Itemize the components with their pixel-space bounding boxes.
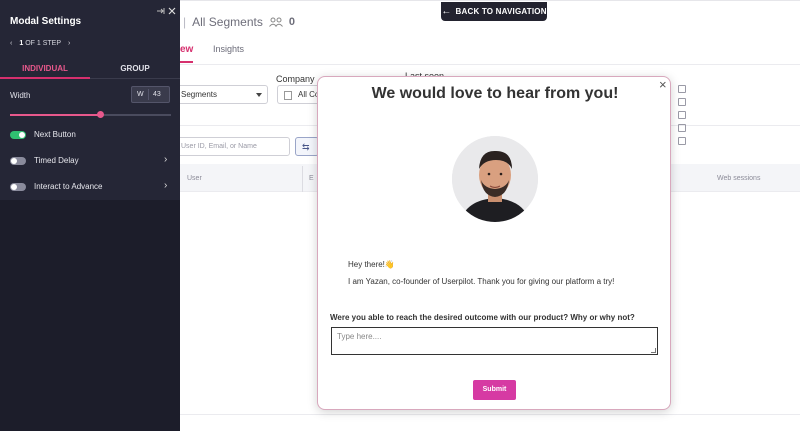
feedback-modal: × We would love to hear from you! Hey th…: [317, 76, 671, 410]
column-header-web-sessions[interactable]: Web sessions: [717, 175, 760, 182]
greeting-text: Hey there!👋: [348, 260, 395, 269]
chevron-down-icon: [256, 93, 262, 97]
company-label: Company: [276, 74, 315, 84]
submit-button[interactable]: Submit: [473, 380, 516, 400]
option-interact-to-advance[interactable]: Interact to Advance ›: [0, 177, 180, 199]
previous-step-icon[interactable]: ‹: [10, 40, 12, 47]
title-separator: |: [183, 15, 187, 29]
next-step-icon[interactable]: ›: [68, 40, 70, 47]
filter-icon: ⇆: [302, 142, 310, 152]
modal-settings-panel: Modal Settings ‹ 1 OF 1 STEP › INDIVIDUA…: [0, 0, 180, 431]
page-title-text: All Segments: [192, 15, 263, 29]
modal-title: We would love to hear from you!: [371, 85, 619, 102]
back-to-navigation-button[interactable]: ← BACK TO NAVIGATION: [441, 2, 547, 21]
page-title: | All Segments 0: [183, 15, 295, 29]
width-input-separator: [148, 89, 149, 100]
option-label: Next Button: [34, 130, 76, 139]
back-to-navigation-label: BACK TO NAVIGATION: [455, 7, 547, 16]
users-icon: [268, 17, 283, 27]
current-step: 1: [19, 40, 24, 47]
width-unit: W: [137, 91, 144, 98]
timed-delay-toggle[interactable]: [10, 157, 26, 165]
option-label: Timed Delay: [34, 156, 79, 165]
segment-count: 0: [288, 16, 295, 28]
panel-title: Modal Settings: [10, 16, 82, 27]
option-next-button[interactable]: Next Button: [0, 125, 180, 147]
width-value: 43: [153, 91, 161, 98]
page-tabs: ew Insights: [180, 40, 800, 65]
app-root: | All Segments 0 ew Insights Company Las…: [0, 0, 800, 431]
feedback-textarea[interactable]: Type here....: [331, 327, 658, 355]
column-separator: [302, 166, 303, 192]
option-timed-delay[interactable]: Timed Delay ›: [0, 151, 180, 173]
width-input[interactable]: W 43: [131, 86, 170, 103]
founder-avatar: [452, 136, 538, 222]
building-icon: [284, 91, 292, 100]
bookmark-icon[interactable]: [678, 137, 686, 145]
resize-handle-icon[interactable]: [651, 348, 656, 353]
width-label: Width: [10, 91, 31, 100]
width-slider-fill: [10, 114, 101, 116]
tab-overview[interactable]: ew: [180, 44, 194, 63]
search-placeholder: User ID, Email, or Name: [181, 143, 257, 150]
segments-select-value: Segments: [181, 90, 218, 99]
close-icon[interactable]: [168, 7, 176, 15]
tab-individual[interactable]: INDIVIDUAL: [0, 59, 90, 79]
segments-select[interactable]: Segments: [172, 85, 268, 104]
filter-button[interactable]: ⇆: [295, 137, 319, 156]
founder-photo: [452, 136, 538, 222]
chevron-right-icon[interactable]: ›: [164, 180, 167, 191]
step-count-label: OF 1 STEP: [25, 40, 61, 47]
settings-icon[interactable]: [678, 111, 686, 119]
toggle-knob: [19, 132, 25, 138]
arrow-left-icon: ←: [441, 6, 452, 17]
survey-question: Were you able to reach the desired outco…: [330, 313, 635, 322]
intro-text: I am Yazan, co-founder of Userpilot. Tha…: [348, 277, 615, 286]
duplicate-icon[interactable]: [678, 124, 686, 132]
copy-icon[interactable]: [678, 98, 686, 106]
chevron-right-icon[interactable]: ›: [164, 154, 167, 165]
step-navigator: ‹ 1 OF 1 STEP ›: [10, 40, 70, 47]
feedback-placeholder: Type here....: [337, 332, 382, 341]
next-button-toggle[interactable]: [10, 131, 26, 139]
column-header-email[interactable]: E: [309, 175, 314, 182]
bottom-divider: [180, 414, 800, 415]
top-divider: [180, 0, 800, 1]
side-toolbar: [674, 85, 692, 157]
trash-icon[interactable]: [678, 85, 686, 93]
toggle-knob: [11, 158, 17, 164]
column-header-user[interactable]: User: [187, 175, 202, 182]
tab-group[interactable]: GROUP: [90, 59, 180, 79]
user-search-input[interactable]: User ID, Email, or Name: [172, 137, 290, 156]
company-select[interactable]: All Co: [277, 85, 322, 104]
width-slider[interactable]: [10, 111, 171, 118]
interact-to-advance-toggle[interactable]: [10, 183, 26, 191]
tab-insights[interactable]: Insights: [213, 44, 244, 54]
collapse-icon[interactable]: [156, 7, 165, 15]
toggle-knob: [11, 184, 17, 190]
option-label: Interact to Advance: [34, 182, 103, 191]
